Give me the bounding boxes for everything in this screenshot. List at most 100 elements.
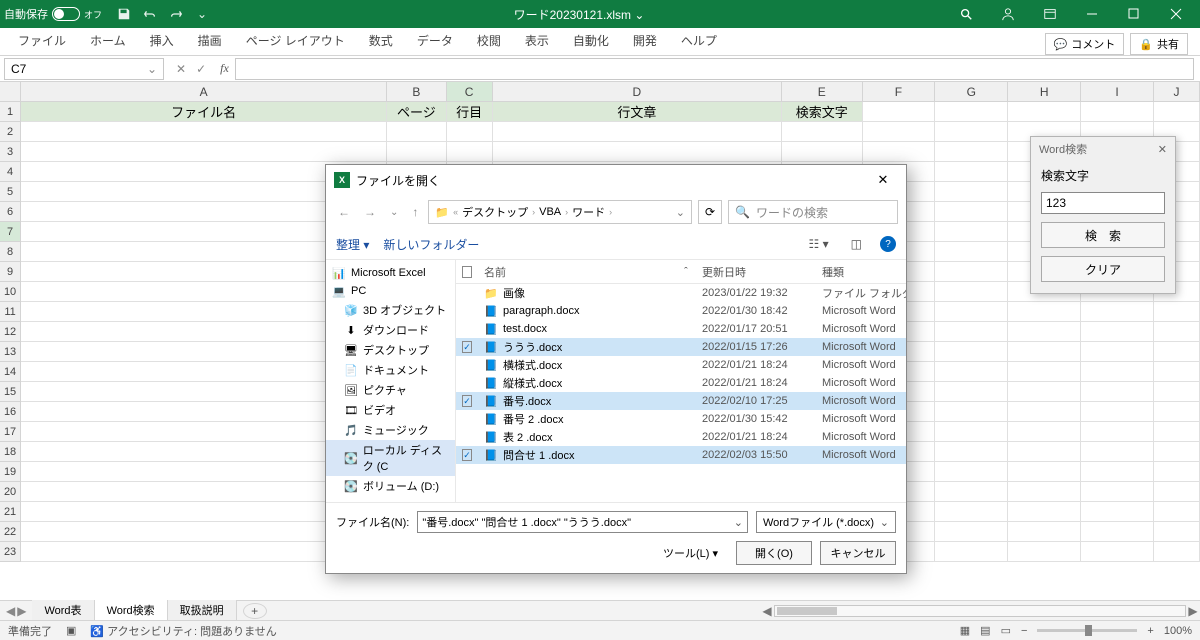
file-row[interactable]: 📘横様式.docx2022/01/21 18:24Microsoft Word [456, 356, 906, 374]
view-normal-icon[interactable]: ▦ [960, 624, 970, 637]
ribbon-tab-9[interactable]: 自動化 [561, 26, 621, 55]
cell[interactable] [1008, 462, 1081, 482]
tree-item[interactable]: 🎵ミュージック [326, 420, 455, 440]
cell[interactable] [935, 342, 1008, 362]
pane-close-icon[interactable]: ✕ [1158, 143, 1167, 156]
tree-item[interactable]: 📄ドキュメント [326, 360, 455, 380]
preview-pane-icon[interactable]: ◫ [847, 237, 866, 251]
cell[interactable] [935, 362, 1008, 382]
cell[interactable] [1081, 502, 1154, 522]
ribbon-tab-7[interactable]: 校閲 [465, 26, 513, 55]
row-header[interactable]: 11 [0, 302, 21, 322]
fx-icon[interactable]: fx [214, 61, 235, 76]
ribbon-tab-8[interactable]: 表示 [513, 26, 561, 55]
row-header[interactable]: 12 [0, 322, 21, 342]
file-row[interactable]: 📘縦様式.docx2022/01/21 18:24Microsoft Word [456, 374, 906, 392]
dialog-close-icon[interactable]: ✕ [868, 172, 898, 188]
cell[interactable] [447, 122, 493, 142]
ribbon-display-icon[interactable] [1030, 0, 1070, 28]
cell[interactable] [493, 122, 782, 142]
horizontal-scrollbar[interactable]: ◀▶ [760, 604, 1200, 618]
cell[interactable] [1081, 322, 1154, 342]
cell[interactable] [1154, 502, 1200, 522]
row-header[interactable]: 18 [0, 442, 21, 462]
col-header-F[interactable]: F [863, 82, 936, 102]
tree-item[interactable]: 💻PC [326, 282, 455, 300]
nav-history-icon[interactable]: ⌄ [386, 207, 402, 218]
cell[interactable] [1008, 382, 1081, 402]
row-header[interactable]: 15 [0, 382, 21, 402]
cell[interactable] [493, 142, 782, 162]
redo-icon[interactable] [166, 4, 186, 24]
cell[interactable] [935, 202, 1008, 222]
row-header[interactable]: 16 [0, 402, 21, 422]
cell[interactable] [1008, 342, 1081, 362]
nav-up-icon[interactable]: ↑ [408, 205, 422, 219]
ribbon-tab-1[interactable]: ホーム [78, 26, 138, 55]
row-header[interactable]: 19 [0, 462, 21, 482]
view-mode-icon[interactable]: ☷ ▾ [805, 237, 833, 251]
formula-input[interactable] [235, 58, 1194, 80]
maximize-icon[interactable] [1114, 0, 1154, 28]
minimize-icon[interactable] [1072, 0, 1112, 28]
cell[interactable] [1154, 542, 1200, 562]
cell[interactable] [1081, 442, 1154, 462]
file-type-filter[interactable]: Wordファイル (*.docx)⌄ [756, 511, 896, 533]
cell[interactable] [447, 142, 493, 162]
select-all-checkbox[interactable] [462, 266, 472, 278]
view-page-icon[interactable]: ▤ [980, 624, 990, 637]
close-icon[interactable] [1156, 0, 1196, 28]
tree-item[interactable]: 📊Microsoft Excel [326, 264, 455, 282]
cell[interactable] [1008, 522, 1081, 542]
nav-back-icon[interactable]: ← [334, 205, 354, 219]
cell[interactable] [1154, 362, 1200, 382]
cell[interactable] [387, 142, 446, 162]
cell[interactable] [1008, 322, 1081, 342]
cell[interactable] [935, 222, 1008, 242]
cell[interactable] [935, 402, 1008, 422]
view-break-icon[interactable]: ▭ [1001, 624, 1011, 637]
cell[interactable] [935, 522, 1008, 542]
cell[interactable] [1154, 402, 1200, 422]
cell[interactable] [1081, 462, 1154, 482]
enter-fx-icon[interactable]: ✓ [196, 62, 206, 76]
cell[interactable] [935, 482, 1008, 502]
cell[interactable] [21, 122, 387, 142]
cell[interactable]: 行目 [447, 102, 493, 122]
cell[interactable] [1081, 302, 1154, 322]
cell[interactable] [1008, 402, 1081, 422]
name-box[interactable]: C7⌄ [4, 58, 164, 80]
cell[interactable] [935, 322, 1008, 342]
cancel-fx-icon[interactable]: ✕ [176, 62, 186, 76]
cell[interactable] [935, 442, 1008, 462]
file-row[interactable]: ✓📘番号.docx2022/02/10 17:25Microsoft Word [456, 392, 906, 410]
add-sheet-button[interactable]: + [243, 603, 267, 619]
cell[interactable] [863, 142, 936, 162]
row-header[interactable]: 17 [0, 422, 21, 442]
cell[interactable] [1081, 362, 1154, 382]
cell[interactable] [1008, 482, 1081, 502]
cell[interactable]: ファイル名 [21, 102, 387, 122]
cell[interactable] [1081, 102, 1154, 122]
sheet-next-icon[interactable]: ▶ [17, 604, 26, 618]
cell[interactable] [935, 462, 1008, 482]
refresh-icon[interactable]: ⟳ [698, 200, 722, 224]
sheet-tab[interactable]: 取扱説明 [168, 600, 237, 622]
sheet-tab[interactable]: Word検索 [95, 600, 168, 622]
cell[interactable] [1081, 522, 1154, 542]
help-icon[interactable]: ? [880, 236, 896, 252]
row-header[interactable]: 8 [0, 242, 21, 262]
cell[interactable] [1154, 422, 1200, 442]
cell[interactable] [1154, 102, 1200, 122]
cell[interactable] [935, 382, 1008, 402]
row-header[interactable]: 21 [0, 502, 21, 522]
file-list-header[interactable]: 名前 ˆ 更新日時 種類 [456, 260, 906, 284]
cell[interactable] [1154, 522, 1200, 542]
cell[interactable] [935, 502, 1008, 522]
organize-menu[interactable]: 整理 ▾ [336, 236, 369, 253]
ribbon-tab-11[interactable]: ヘルプ [669, 26, 729, 55]
comments-button[interactable]: 💬 コメント [1045, 33, 1125, 55]
cell[interactable] [935, 242, 1008, 262]
sheet-tab[interactable]: Word表 [32, 600, 94, 622]
cell[interactable] [1154, 342, 1200, 362]
